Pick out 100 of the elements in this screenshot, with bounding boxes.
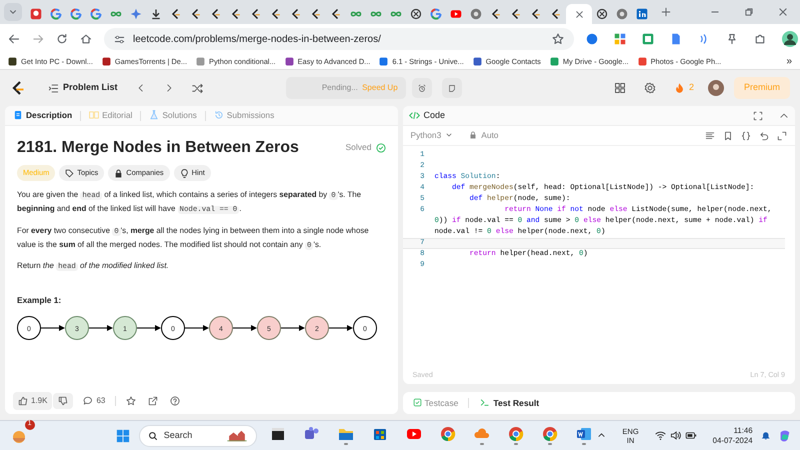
arrow bbox=[328, 324, 353, 331]
chevron-logo-icon bbox=[550, 8, 562, 20]
example-heading: Example 1: bbox=[17, 294, 62, 308]
url-text: leetcode.com/problems/merge-nodes-in-between-zeros/ bbox=[133, 32, 382, 46]
bell-icon[interactable] bbox=[760, 430, 770, 441]
flask-icon bbox=[149, 110, 160, 120]
arrow bbox=[40, 324, 65, 331]
notes-button[interactable] bbox=[442, 78, 462, 98]
restore-icon bbox=[744, 7, 754, 17]
browser-logo-icon bbox=[542, 426, 558, 442]
extension-button[interactable] bbox=[642, 33, 654, 45]
chevron-logo-icon[interactable] bbox=[10, 80, 26, 96]
console-tab[interactable]: Test Result bbox=[477, 396, 542, 410]
building-drawing bbox=[226, 428, 248, 442]
lock-icon bbox=[114, 168, 124, 178]
settings-icon bbox=[644, 82, 656, 94]
tune-icon[interactable] bbox=[114, 34, 125, 44]
chevron-logo-icon bbox=[510, 8, 522, 20]
checkbox-icon bbox=[412, 398, 422, 408]
square-logo-icon bbox=[636, 8, 648, 20]
battery-icon[interactable] bbox=[684, 430, 697, 441]
note-icon bbox=[448, 82, 456, 94]
favorite-button[interactable] bbox=[124, 394, 138, 408]
expand-icon bbox=[777, 130, 787, 140]
chevron-logo-icon bbox=[170, 8, 182, 20]
wifi-icon[interactable] bbox=[654, 430, 666, 441]
reload-button[interactable] bbox=[56, 33, 68, 45]
bookmark-button[interactable] bbox=[723, 130, 733, 140]
chevron-logo-icon bbox=[490, 8, 502, 20]
alarm-clock-icon bbox=[418, 82, 426, 94]
plus-icon bbox=[661, 7, 671, 17]
arrow bbox=[280, 324, 305, 331]
more-bookmarks-button[interactable]: » bbox=[786, 54, 792, 69]
like-button[interactable]: 1.9K bbox=[13, 392, 52, 410]
format-button[interactable] bbox=[705, 130, 715, 140]
bookmark-icon bbox=[723, 130, 733, 140]
play-logo-icon bbox=[450, 8, 462, 20]
solved-status: Solved bbox=[346, 140, 372, 154]
braces-button[interactable] bbox=[741, 130, 751, 140]
address-bar[interactable]: leetcode.com/problems/merge-nodes-in-between-zeros/ bbox=[104, 28, 574, 50]
list-icon bbox=[48, 82, 59, 94]
problem-title: 2181. Merge Nodes in Between Zeros bbox=[17, 138, 299, 158]
assistant-logo-icon[interactable] bbox=[778, 428, 792, 444]
expand-button[interactable] bbox=[777, 130, 787, 140]
panel-title: Code bbox=[424, 108, 446, 122]
back-arrow-icon bbox=[8, 33, 20, 45]
dislike-button[interactable] bbox=[53, 393, 74, 409]
bookmark-star-icon[interactable] bbox=[552, 33, 564, 45]
close-icon[interactable] bbox=[574, 10, 584, 18]
document-icon bbox=[13, 110, 23, 120]
browser-logo-icon bbox=[508, 426, 524, 442]
restore-button[interactable] bbox=[744, 7, 754, 17]
problem-list-button[interactable]: Problem List bbox=[44, 79, 122, 97]
reset-button[interactable] bbox=[759, 130, 769, 140]
arrow bbox=[232, 324, 257, 331]
round-extension-icon bbox=[586, 33, 598, 45]
chevron-logo-icon bbox=[270, 8, 282, 20]
ring-logo-icon bbox=[70, 8, 82, 20]
shuffle-icon bbox=[192, 82, 203, 94]
play-logo-icon bbox=[406, 426, 422, 442]
extension-button[interactable] bbox=[754, 33, 766, 45]
ring-logo-icon bbox=[430, 8, 442, 20]
browser-logo-icon bbox=[440, 426, 456, 442]
comment-icon bbox=[83, 396, 94, 406]
extension-button[interactable] bbox=[726, 33, 738, 45]
speaker-icon[interactable] bbox=[670, 430, 681, 441]
window-icon bbox=[270, 426, 286, 442]
chevron-logo-icon bbox=[250, 8, 262, 20]
search-icon bbox=[148, 430, 158, 440]
timer-button[interactable] bbox=[412, 78, 432, 98]
avatar-icon[interactable] bbox=[708, 80, 724, 96]
comments-button[interactable]: 63 bbox=[81, 393, 108, 409]
home-icon bbox=[80, 33, 92, 45]
extension-button[interactable] bbox=[670, 33, 682, 45]
arrow bbox=[88, 324, 113, 331]
search-field[interactable]: Search bbox=[138, 424, 258, 446]
circle-logo-icon bbox=[616, 8, 628, 20]
fullscreen-button[interactable] bbox=[753, 110, 763, 120]
thumbs-up-icon bbox=[18, 396, 28, 406]
tag-icon bbox=[65, 168, 74, 178]
back-button[interactable] bbox=[8, 33, 20, 45]
home-button[interactable] bbox=[80, 33, 92, 45]
pin-icon bbox=[726, 33, 738, 45]
panel-tab[interactable]: Description bbox=[11, 109, 74, 122]
close-window-button[interactable] bbox=[778, 7, 788, 17]
extension-button[interactable] bbox=[614, 33, 626, 45]
profile-button[interactable] bbox=[782, 31, 798, 47]
check-circle-icon bbox=[376, 142, 386, 153]
extension-button[interactable] bbox=[586, 33, 598, 45]
download-icon bbox=[150, 8, 162, 20]
forward-arrow-icon bbox=[32, 33, 44, 45]
puzzle-icon bbox=[754, 33, 766, 45]
store-icon bbox=[372, 426, 388, 442]
history-icon bbox=[214, 110, 224, 120]
reload-icon bbox=[56, 33, 68, 45]
circle-logo-icon bbox=[470, 8, 482, 20]
arrow bbox=[184, 324, 209, 331]
help-button[interactable] bbox=[168, 394, 182, 408]
thumbs-down-icon bbox=[58, 396, 68, 406]
square-logo-icon bbox=[30, 8, 42, 20]
